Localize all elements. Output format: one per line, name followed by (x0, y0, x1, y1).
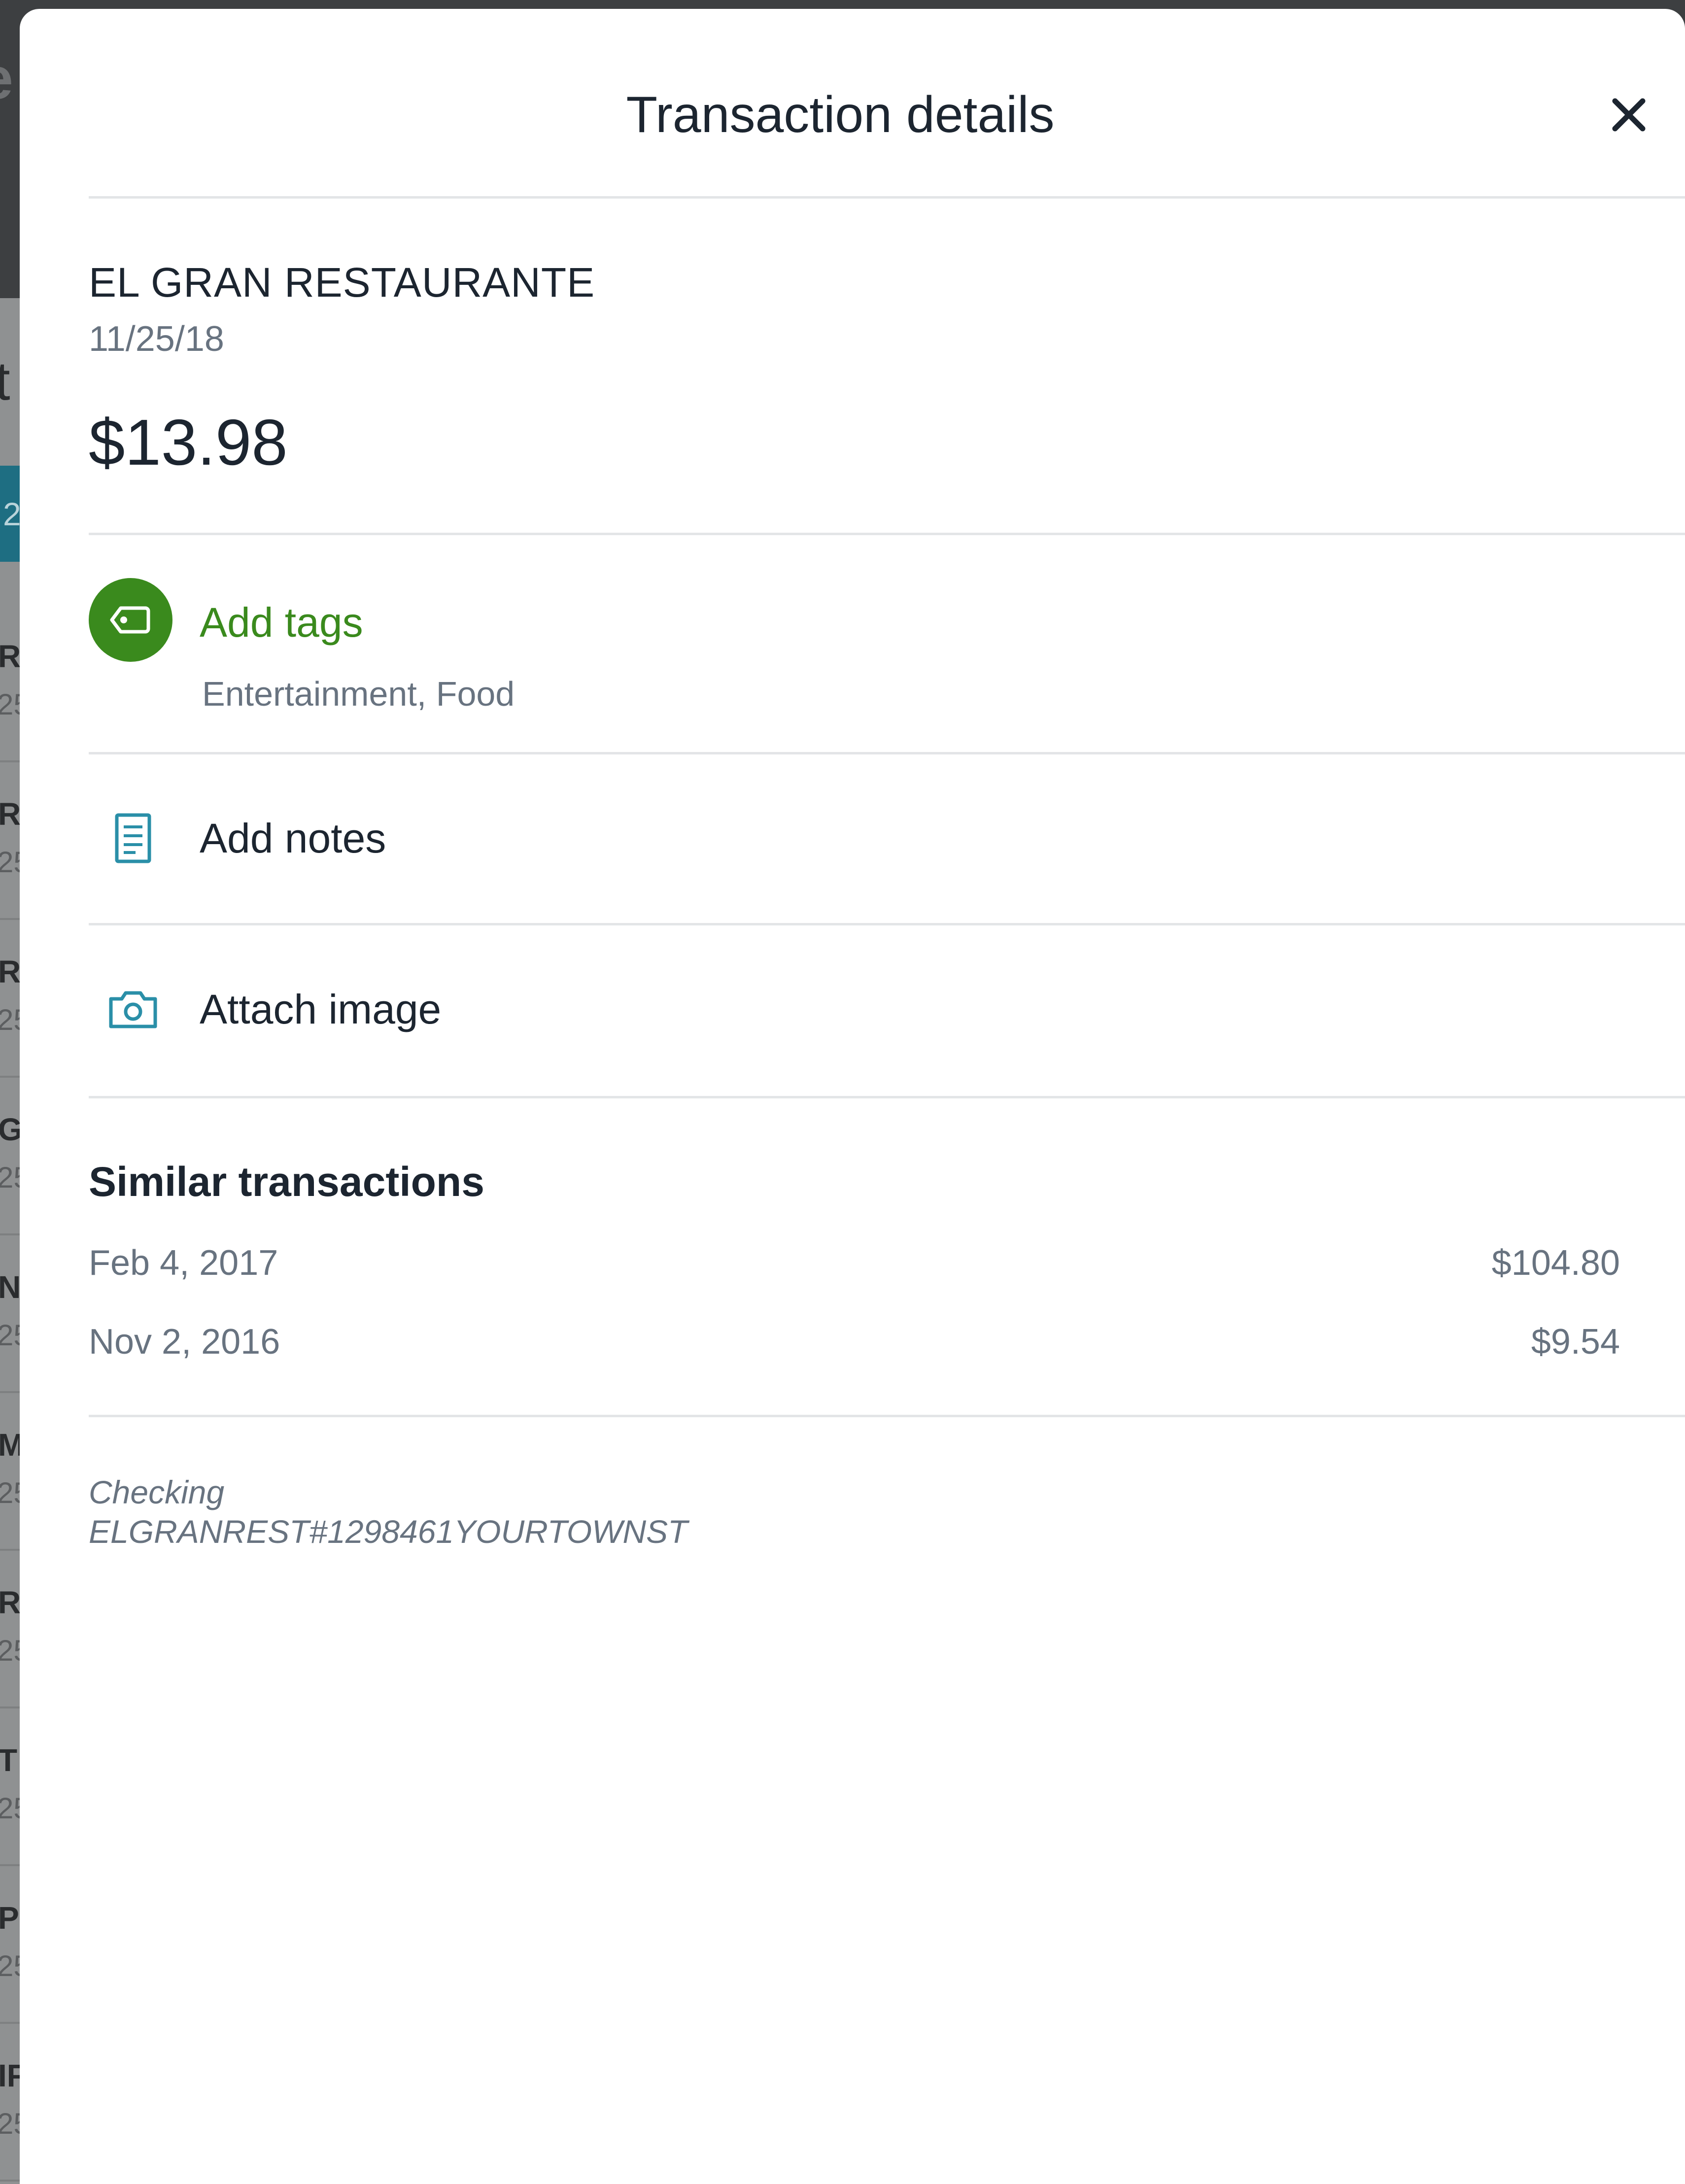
background-item-title: R (0, 796, 21, 832)
background-item-title: N (0, 1269, 21, 1305)
tag-icon (110, 606, 150, 634)
background-title-text: t (0, 351, 10, 411)
merchant-name: EL GRAN RESTAURANTE (89, 259, 595, 306)
background-item-title: G (0, 1112, 23, 1147)
background-item-title: R (0, 1585, 21, 1620)
similar-transaction-row[interactable]: Nov 2, 2016 $9.54 (89, 1315, 1620, 1369)
transaction-description: ELGRANREST#1298461YOURTOWNST (89, 1513, 688, 1550)
camera-icon (99, 925, 168, 1093)
add-notes-label: Add notes (200, 815, 386, 861)
attach-image-label: Attach image (200, 986, 442, 1032)
transaction-details-sheet: Transaction details EL GRAN RESTAURANTE … (20, 9, 1685, 2184)
divider (89, 533, 1685, 535)
sheet-title: Transaction details (626, 86, 1055, 143)
similar-transactions-title: Similar transactions (89, 1159, 484, 1205)
similar-transaction-date: Nov 2, 2016 (89, 1322, 280, 1362)
background-header-text: e (0, 44, 13, 112)
divider (89, 196, 1685, 199)
account-type: Checking (89, 1474, 225, 1510)
background-item-title: R (0, 954, 21, 990)
transaction-amount: $13.98 (89, 406, 288, 478)
similar-transaction-date: Feb 4, 2017 (89, 1243, 278, 1283)
attach-image-button[interactable]: Attach image (89, 925, 1685, 1093)
divider (89, 1096, 1685, 1098)
tags-value: Entertainment, Food (202, 675, 515, 713)
background-item-title: R (0, 639, 21, 674)
similar-transaction-row[interactable]: Feb 4, 2017 $104.80 (89, 1236, 1620, 1290)
divider (89, 1415, 1685, 1417)
background-tab-label: 2 (3, 496, 21, 532)
close-button[interactable] (1597, 83, 1661, 147)
close-icon (1612, 98, 1646, 132)
similar-transaction-amount: $104.80 (1491, 1243, 1620, 1283)
transaction-date: 11/25/18 (89, 319, 224, 359)
background-item-title: T (0, 1742, 18, 1778)
similar-transaction-amount: $9.54 (1531, 1322, 1620, 1362)
add-tags-label[interactable]: Add tags (200, 595, 363, 649)
add-notes-button[interactable]: Add notes (89, 754, 1685, 922)
add-tags-button[interactable] (89, 578, 172, 662)
notes-icon (99, 754, 168, 922)
